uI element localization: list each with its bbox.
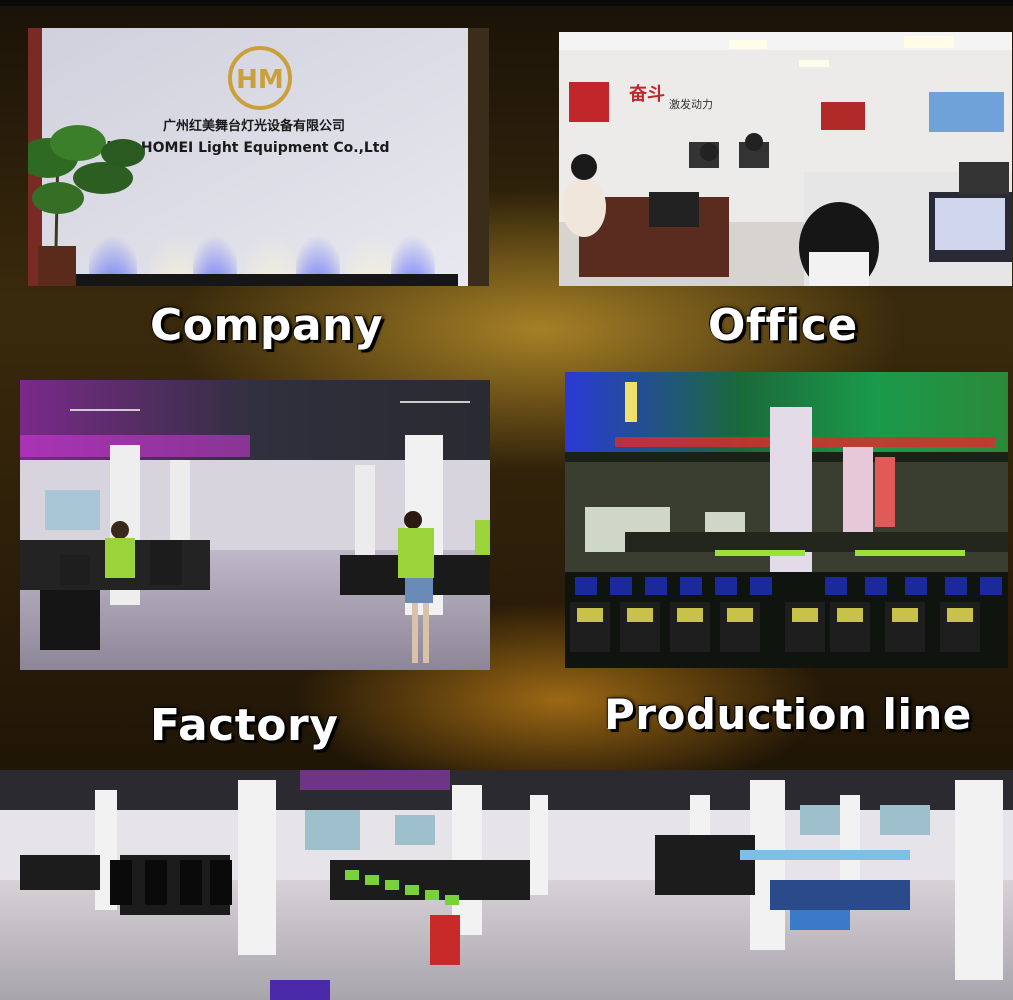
panorama-photo (0, 770, 1013, 1000)
company-photo: HM 广州红美舞台灯光设备有限公司 hou HOMEI Light Equipm… (28, 28, 489, 286)
office-wall-slogan: 奋斗 (628, 83, 665, 105)
caption-production-line: Production line (604, 690, 972, 739)
caption-company: Company (150, 300, 384, 351)
factory-photo-image (20, 380, 490, 670)
office-wall-slogan-small: 激发动力 (669, 97, 713, 111)
factory-photo (20, 380, 490, 670)
company-sign-chinese: 广州红美舞台灯光设备有限公司 (163, 118, 345, 134)
panorama-photo-image (0, 770, 1013, 1000)
top-strip (0, 0, 1013, 6)
company-sign-english: hou HOMEI Light Equipment Co.,Ltd (106, 140, 389, 156)
production-line-photo (565, 372, 1008, 668)
production-line-photo-image (565, 372, 1008, 668)
promo-collage: HM 广州红美舞台灯光设备有限公司 hou HOMEI Light Equipm… (0, 0, 1013, 1000)
office-photo: 奋斗 激发动力 (559, 32, 1012, 286)
caption-office: Office (708, 300, 858, 351)
caption-factory: Factory (150, 700, 339, 751)
company-logo: HM (236, 65, 284, 95)
company-photo-image: HM 广州红美舞台灯光设备有限公司 hou HOMEI Light Equipm… (28, 28, 489, 286)
office-photo-image: 奋斗 激发动力 (559, 32, 1012, 286)
